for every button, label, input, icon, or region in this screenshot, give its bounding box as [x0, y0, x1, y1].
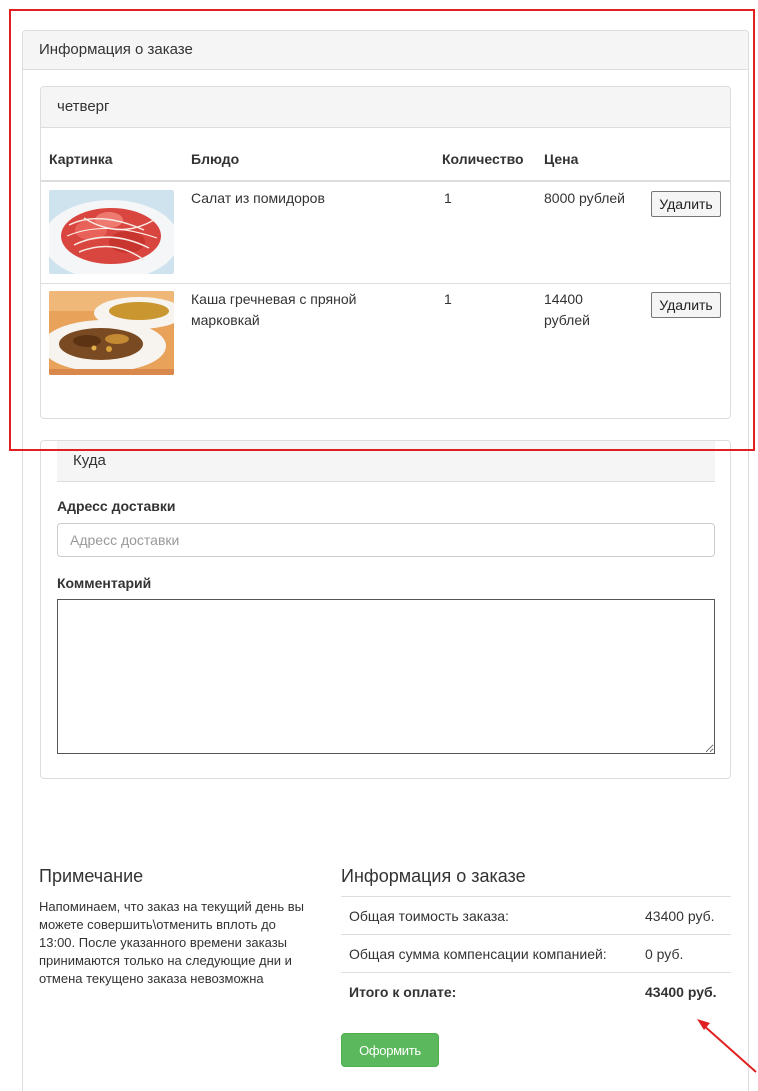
column-header-qty: Количество: [442, 151, 524, 167]
row-divider: [41, 283, 730, 284]
summary-row-total-cost: Общая тоимость заказа: 43400 руб.: [341, 896, 731, 935]
order-info-panel-title: Информация о заказе: [39, 41, 193, 58]
delete-button[interactable]: Удалить: [651, 191, 721, 217]
dish-price: 14400 рублей: [544, 291, 590, 328]
comment-textarea[interactable]: [57, 599, 715, 754]
table-header-divider: [41, 180, 730, 182]
column-header-picture: Картинка: [49, 151, 113, 167]
dish-qty: 1: [444, 291, 452, 307]
summary-row-compensation: Общая сумма компенсации компанией: 0 руб…: [341, 934, 731, 973]
column-header-dish: Блюдо: [191, 151, 240, 167]
summary-label: Общая тоимость заказа:: [349, 908, 509, 924]
order-info-panel-heading: Информация о заказе: [23, 31, 748, 70]
note-title: Примечание: [39, 866, 144, 886]
delivery-panel-heading: Куда: [57, 441, 715, 482]
dish-price: 8000 рублей: [544, 190, 625, 206]
day-panel: четверг Картинка Блюдо Количество Цена С…: [40, 86, 731, 419]
address-input[interactable]: [57, 523, 715, 557]
delivery-title: Куда: [73, 452, 106, 469]
comment-label: Комментарий: [57, 575, 152, 591]
day-panel-heading: четверг: [41, 87, 730, 128]
summary-value: 0 руб.: [645, 946, 684, 962]
summary-label: Общая сумма компенсации компанией:: [349, 946, 607, 962]
summary-value: 43400 руб.: [645, 908, 715, 924]
dish-name: Каша гречневая с пряной марковкай: [191, 291, 357, 328]
summary-row-to-pay: Итого к оплате: 43400 руб.: [341, 972, 731, 1011]
note-text: Напоминаем, что заказ на текущий день вы…: [39, 899, 304, 986]
summary-value: 43400 руб.: [645, 984, 717, 1000]
summary-label: Итого к оплате:: [349, 984, 457, 1000]
delivery-panel: Куда Адресс доставки Комментарий: [40, 440, 731, 779]
delete-button[interactable]: Удалить: [651, 292, 721, 318]
submit-order-button[interactable]: Оформить: [341, 1033, 439, 1067]
dish-image-buckwheat: [49, 291, 174, 375]
address-label: Адресс доставки: [57, 498, 176, 514]
dish-qty: 1: [444, 190, 452, 206]
dish-name: Салат из помидоров: [191, 190, 325, 206]
summary-title: Информация о заказе: [341, 866, 526, 886]
column-header-price: Цена: [544, 151, 579, 167]
day-title: четверг: [57, 98, 110, 115]
dish-image-tomato-salad: [49, 190, 174, 274]
